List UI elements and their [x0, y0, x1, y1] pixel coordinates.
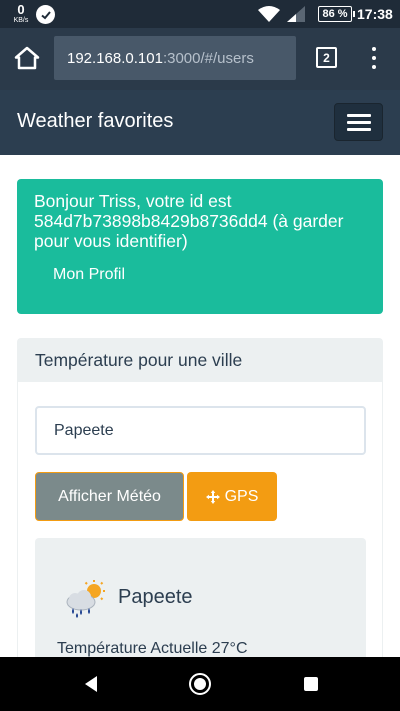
tabs-count: 2 — [323, 50, 330, 65]
wifi-icon — [258, 6, 280, 22]
city-temperature-panel: Température pour une ville Afficher Mété… — [17, 338, 383, 657]
show-weather-button[interactable]: Afficher Météo — [35, 472, 184, 521]
url-host: 192.168.0.101 — [67, 49, 163, 67]
address-bar[interactable]: 192.168.0.101:3000/#/users — [54, 36, 296, 80]
home-icon[interactable] — [14, 45, 40, 71]
network-speed-value: 0 — [17, 2, 25, 17]
city-input[interactable] — [35, 406, 366, 455]
check-icon — [36, 5, 55, 24]
crosshair-icon — [205, 489, 220, 504]
browser-toolbar: 192.168.0.101:3000/#/users 2 — [0, 28, 400, 90]
clock: 17:38 — [357, 6, 393, 22]
android-navigation-bar — [0, 657, 400, 711]
home-nav-icon[interactable] — [189, 673, 211, 695]
sun-cloud-rain-icon — [66, 580, 105, 618]
network-speed-unit: KB/s — [13, 17, 29, 24]
back-icon[interactable] — [83, 675, 99, 693]
app-navbar: Weather favorites — [0, 90, 400, 155]
tabs-icon[interactable]: 2 — [316, 47, 337, 68]
status-bar: 0 KB/s 86 % 17:38 — [0, 0, 400, 28]
signal-icon — [287, 6, 305, 22]
battery-level: 86 % — [322, 8, 348, 20]
profile-link[interactable]: Mon Profil — [53, 266, 125, 284]
main-content: Bonjour Triss, votre id est 584d7b73898b… — [0, 155, 400, 657]
welcome-alert: Bonjour Triss, votre id est 584d7b73898b… — [17, 179, 383, 314]
battery-icon: 86 % — [318, 6, 355, 22]
recents-icon[interactable] — [304, 677, 318, 691]
network-speed: 0 KB/s — [10, 3, 32, 24]
current-temperature: Température Actuelle 27°C — [57, 640, 248, 657]
app-brand[interactable]: Weather favorites — [17, 110, 173, 133]
gps-button[interactable]: GPS — [187, 472, 277, 521]
menu-dots-icon[interactable] — [370, 47, 378, 69]
weather-city: Papeete — [118, 586, 193, 608]
hamburger-menu-button[interactable] — [334, 103, 383, 141]
weather-result-card: Papeete Température Actuelle 27°C — [35, 538, 366, 657]
welcome-message: Bonjour Triss, votre id est 584d7b73898b… — [34, 191, 344, 251]
url-path: :3000/#/users — [162, 49, 254, 67]
panel-heading: Température pour une ville — [18, 339, 382, 382]
gps-button-label: GPS — [224, 487, 259, 505]
